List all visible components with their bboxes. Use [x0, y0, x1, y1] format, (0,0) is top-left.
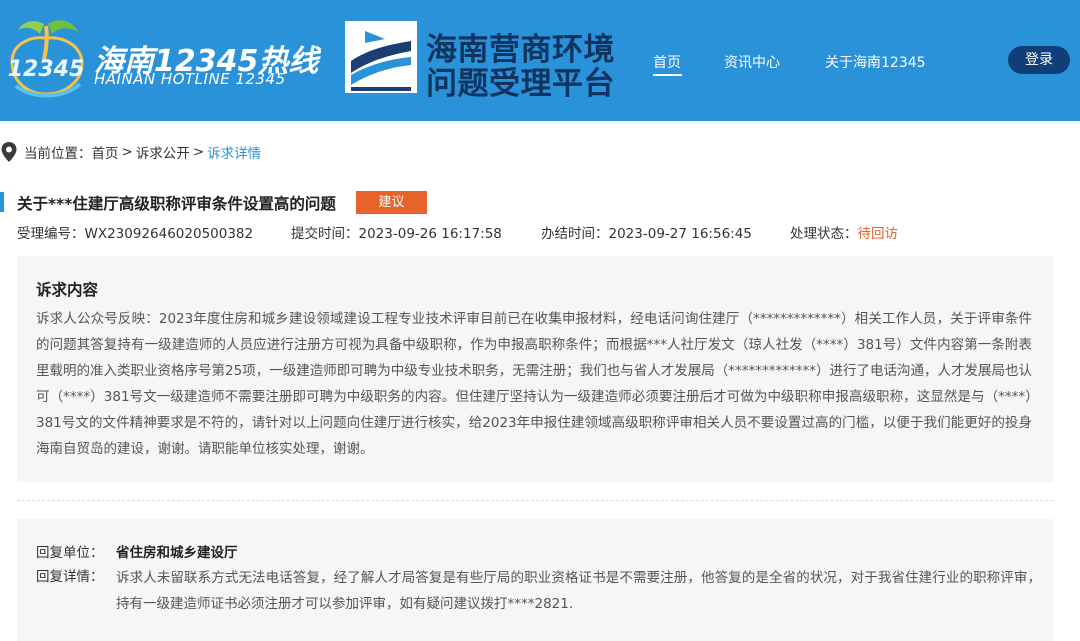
page-title: 关于***住建厅高级职称评审条件设置高的问题 [17, 195, 336, 213]
meta-id-value: WX23092646020500382 [84, 226, 254, 242]
status-badge: 待回访 [857, 226, 899, 242]
breadcrumb-section[interactable]: 诉求公开 [136, 142, 190, 162]
site-header: 12345 海南12345热线 HAINAN HOTLINE 12345 海南营… [0, 0, 1080, 121]
meta-done-label: 办结时间： [541, 226, 609, 242]
breadcrumb-current: 诉求详情 [207, 146, 262, 162]
hotline-subtitle: HAINAN HOTLINE 12345 [94, 70, 286, 88]
reply-detail-label: 回复详情： [36, 569, 104, 585]
nav-about-link[interactable]: 关于海南12345 [825, 52, 926, 72]
breadcrumb-prefix: 当前位置： [24, 146, 92, 162]
meta-submit-value: 2023-09-26 16:17:58 [358, 226, 502, 242]
hotline-logo-icon[interactable]: 12345 [4, 16, 88, 102]
appeal-content-panel: 诉求内容 诉求人公众号反映：2023年度住房和城乡建设领域建设工程专业技术评审目… [17, 256, 1053, 482]
title-accent-bar [0, 192, 4, 212]
reply-unit-label: 回复单位： [36, 545, 104, 561]
nav-home-link[interactable]: 首页 [653, 52, 681, 72]
hotline-logo-mark: 12345 [8, 57, 85, 82]
meta-submit-time: 提交时间：2023-09-26 16:17:58 [291, 222, 502, 242]
meta-done-time: 办结时间：2023-09-27 16:56:45 [541, 222, 752, 242]
breadcrumb-separator: > [121, 144, 133, 160]
reply-unit-value: 省住房和城乡建设厅 [116, 545, 238, 561]
meta-status: 处理状态：待回访 [790, 222, 898, 242]
breadcrumb: 当前位置： 首页 > 诉求公开 > 诉求详情 [0, 140, 261, 164]
meta-done-value: 2023-09-27 16:56:45 [608, 226, 752, 242]
nav-news-link[interactable]: 资讯中心 [724, 52, 780, 72]
appeal-content-heading: 诉求内容 [36, 281, 99, 299]
section-divider [17, 500, 1053, 501]
meta-id-label: 受理编号： [17, 226, 85, 242]
meta-status-label: 处理状态： [790, 226, 858, 242]
login-button[interactable]: 登录 [1008, 46, 1070, 74]
reply-detail-value: 诉求人未留联系方式无法电话答复，经了解人才局答复是有些厅局的职业资格证书是不需要… [116, 570, 1041, 612]
category-tag: 建议 [356, 191, 427, 214]
platform-title-line2: 问题受理平台 [426, 66, 615, 102]
meta-id: 受理编号：WX23092646020500382 [17, 222, 253, 242]
reply-panel: 回复单位： 省住房和城乡建设厅 回复详情： 诉求人未留联系方式无法电话答复，经了… [17, 519, 1053, 641]
meta-submit-label: 提交时间： [291, 226, 359, 242]
appeal-content-body: 诉求人公众号反映：2023年度住房和城乡建设领域建设工程专业技术评审目前已在收集… [36, 311, 1032, 457]
platform-logo-icon[interactable] [345, 21, 417, 93]
nav-active-indicator [653, 74, 682, 76]
breadcrumb-separator: > [192, 144, 205, 160]
breadcrumb-home[interactable]: 首页 [92, 142, 119, 162]
location-pin-icon [1, 142, 17, 162]
